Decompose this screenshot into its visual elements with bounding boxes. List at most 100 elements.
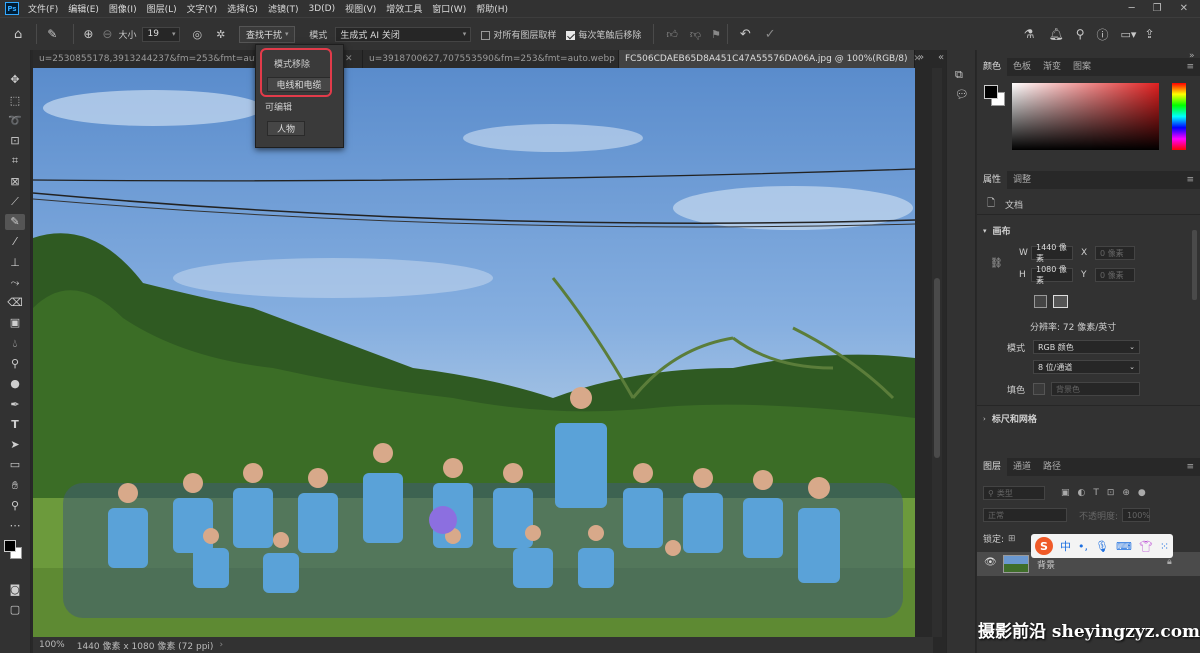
menu-layer[interactable]: 图层(L) <box>142 2 182 15</box>
quick-mask-icon[interactable]: ◙ <box>5 582 25 598</box>
subtract-stroke-icon[interactable]: ⊖ <box>102 27 112 41</box>
remove-after-stroke-checkbox[interactable]: 每次笔触后移除 <box>566 28 641 41</box>
more-tools-icon[interactable]: ⋯ <box>5 518 25 534</box>
dodge-tool-icon[interactable]: ⚲ <box>5 356 25 372</box>
layer-name[interactable]: 背景 <box>1037 558 1055 571</box>
brush-tool-icon[interactable]: ⁄ <box>5 234 25 250</box>
remove-tool-icon[interactable]: ✎ <box>47 27 57 41</box>
menu-image[interactable]: 图像(I) <box>104 2 142 15</box>
add-stroke-icon[interactable]: ⊕ <box>83 27 93 41</box>
zoom-level[interactable]: 100% <box>39 640 65 650</box>
sample-all-layers-checkbox[interactable]: 对所有图层取样 <box>481 28 556 41</box>
blur-tool-icon[interactable]: 💧︎ <box>5 336 25 352</box>
panel-menu-icon[interactable]: ≡ <box>1186 462 1194 472</box>
tab-paths[interactable]: 路径 <box>1037 458 1067 476</box>
portrait-orientation-icon[interactable] <box>1034 295 1047 308</box>
stamp-tool-icon[interactable]: ⊥ <box>5 255 25 271</box>
menu-window[interactable]: 窗口(W) <box>427 2 471 15</box>
collapse-panels-icon[interactable]: « <box>938 52 944 63</box>
share-icon[interactable]: ⇪ <box>1144 27 1154 41</box>
settings-gear-icon[interactable]: ✲ <box>216 28 225 41</box>
thumbs-up-icon[interactable]: 👍︎ <box>666 28 678 41</box>
pen-tool-icon[interactable]: ✒ <box>5 397 25 413</box>
find-distractions-button[interactable]: 查找干扰 ▾ <box>239 25 296 43</box>
blend-mode-select[interactable]: 正常 <box>983 508 1067 522</box>
height-input[interactable]: 1080 像素 <box>1031 265 1073 285</box>
ime-logo[interactable]: S <box>1035 537 1053 555</box>
zoom-tool-icon[interactable]: ⚲ <box>5 498 25 514</box>
remove-tool-active-icon[interactable]: ✎ <box>5 214 25 230</box>
tab-color[interactable]: 颜色 <box>977 58 1008 76</box>
history-brush-icon[interactable]: ⤳ <box>5 275 25 291</box>
rulers-section-header[interactable]: › 标尺和网格 <box>983 412 1037 426</box>
menu-type[interactable]: 文字(Y) <box>182 2 223 15</box>
foreground-color[interactable] <box>4 540 16 552</box>
menu-file[interactable]: 文件(F) <box>23 2 63 15</box>
eraser-tool-icon[interactable]: ⌫ <box>5 295 25 311</box>
eyedropper-tool-icon[interactable]: ⟋ <box>5 194 25 210</box>
frame-tool-icon[interactable]: ⊠ <box>5 174 25 190</box>
color-picker-field[interactable] <box>1012 83 1159 150</box>
tabs-overflow-icon[interactable]: » <box>918 52 924 63</box>
tab-channels[interactable]: 通道 <box>1007 458 1037 476</box>
keyboard-icon[interactable]: ⌨ <box>1116 540 1132 553</box>
tab-patterns[interactable]: 图案 <box>1067 58 1097 76</box>
width-input[interactable]: 1440 像素 <box>1031 243 1073 263</box>
skin-icon[interactable]: 👕︎ <box>1139 540 1153 553</box>
burn-tool-icon[interactable]: ● <box>5 376 25 392</box>
color-swatches[interactable] <box>4 540 22 562</box>
tab-gradients[interactable]: 渐变 <box>1037 58 1067 76</box>
depth-select[interactable]: 8 位/通道 ⌄ <box>1033 360 1140 374</box>
maximize-icon[interactable]: ❐ <box>1153 3 1162 14</box>
flask-icon[interactable]: ⚗ <box>1024 27 1035 41</box>
y-input[interactable]: 0 像素 <box>1095 268 1135 282</box>
menu-help[interactable]: 帮助(H) <box>471 2 513 15</box>
tab-properties[interactable]: 属性 <box>977 171 1008 189</box>
undo-icon[interactable]: ↶ <box>740 27 751 42</box>
menu-3d[interactable]: 3D(D) <box>303 4 340 14</box>
opacity-input[interactable]: 100% <box>1122 508 1151 522</box>
panel-menu-icon[interactable]: ≡ <box>1186 62 1194 72</box>
layer-filter-icons[interactable]: ▣◐T⊡⊕● <box>1061 488 1154 498</box>
hand-tool-icon[interactable]: ✋︎ <box>5 478 25 494</box>
close-tab-icon[interactable]: ✕ <box>345 54 353 64</box>
workspace-icon[interactable]: ▭▾ <box>1121 28 1137 41</box>
scrollbar-thumb[interactable] <box>934 278 940 458</box>
pressure-icon[interactable]: ◎ <box>192 28 202 41</box>
thumbs-down-icon[interactable]: 👎︎ <box>690 28 701 41</box>
move-tool-icon[interactable]: ✥ <box>5 72 25 88</box>
foreground-color[interactable] <box>984 85 998 99</box>
punctuation-icon[interactable]: •, <box>1078 540 1088 553</box>
size-field[interactable]: 19 ▾ <box>142 26 181 42</box>
microphone-icon[interactable]: 🎙︎ <box>1095 540 1109 553</box>
screen-mode-icon[interactable]: ▢ <box>5 602 25 618</box>
ime-language[interactable]: 中 <box>1060 538 1071 554</box>
help-icon[interactable]: ⓘ <box>1097 26 1109 43</box>
fill-select[interactable]: 背景色 <box>1051 382 1140 396</box>
panel-menu-icon[interactable]: ≡ <box>1186 175 1194 185</box>
eye-visibility-icon[interactable]: 👁︎ <box>984 557 997 568</box>
fill-swatch[interactable] <box>1033 383 1045 395</box>
path-select-tool-icon[interactable]: ➤ <box>5 437 25 453</box>
document-canvas[interactable] <box>33 68 915 637</box>
history-panel-icon[interactable]: ⧉ <box>955 68 963 82</box>
lasso-tool-icon[interactable]: ➰ <box>5 113 25 129</box>
menu-filter[interactable]: 滤镜(T) <box>263 2 304 15</box>
commit-check-icon[interactable]: ✓ <box>765 27 776 42</box>
home-icon[interactable]: ⌂ <box>14 27 22 42</box>
mode-select[interactable]: RGB 颜色 ⌄ <box>1033 340 1140 354</box>
tab-layers[interactable]: 图层 <box>977 458 1008 476</box>
tab-document-2[interactable]: u=3918700627,707553590&fm=253&fmt=auto.w… <box>363 50 628 68</box>
chevron-right-icon[interactable]: › <box>219 640 223 650</box>
menu-edit[interactable]: 编辑(E) <box>63 2 104 15</box>
object-select-tool-icon[interactable]: ⊡ <box>5 133 25 149</box>
canvas-section-header[interactable]: ▾ 画布 <box>983 224 1011 238</box>
bell-icon[interactable]: 🔔︎ <box>1048 27 1063 41</box>
tab-adjustments[interactable]: 调整 <box>1007 171 1037 189</box>
apps-icon[interactable]: ⁙ <box>1160 540 1169 553</box>
landscape-orientation-icon[interactable] <box>1053 295 1068 308</box>
link-icon[interactable]: ⛓ <box>990 258 1003 269</box>
flag-icon[interactable]: ⚑ <box>711 28 721 41</box>
tab-swatches[interactable]: 色板 <box>1007 58 1037 76</box>
lock-transparency-icon[interactable]: ⊞ <box>1008 534 1016 544</box>
